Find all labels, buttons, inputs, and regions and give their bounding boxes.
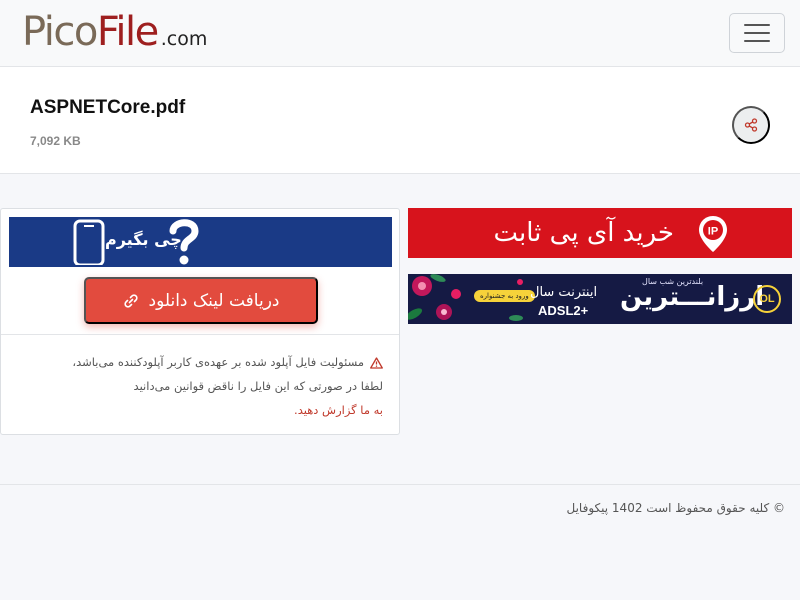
question-mark-icon: [169, 219, 199, 265]
logo-file: File: [96, 9, 159, 55]
download-button-label: دریافت لینک دانلود: [148, 290, 280, 311]
share-button[interactable]: [732, 106, 770, 144]
report-link[interactable]: به ما گزارش دهید.: [1, 398, 383, 422]
hamburger-menu-button[interactable]: [729, 13, 785, 53]
site-logo[interactable]: Pico File .com: [22, 6, 207, 58]
download-link-button[interactable]: دریافت لینک دانلود: [84, 277, 318, 324]
ad-banner-che-begiram[interactable]: چی بگیرم: [9, 217, 392, 267]
navbar: Pico File .com: [0, 0, 800, 67]
footer: © کلیه حقوق محفوظ است 1402 پیکوفایل: [0, 484, 800, 600]
hamburger-menu-icon: [744, 24, 770, 26]
arz-mid-text: اینترنت سال: [530, 285, 598, 300]
notice-line-1: مسئولیت فایل آپلود شده بر عهده‌ی کاربر آ…: [72, 355, 364, 369]
card-divider: [1, 334, 399, 335]
location-pin-icon: IP: [699, 216, 727, 252]
festival-pill: ورود به جشنواره: [474, 290, 535, 302]
ip-pin-label: IP: [708, 226, 718, 238]
notice-line-2: لطفا در صورتی که این فایل را ناقض قوانین…: [133, 379, 383, 393]
ad-banner-static-ip[interactable]: IP خرید آی پی ثابت: [408, 208, 792, 258]
arz-adsl-text: ADSL2+: [538, 303, 589, 318]
logo-pico: Pico: [22, 9, 98, 55]
logo-com: .com: [160, 28, 208, 50]
responsibility-notice: مسئولیت فایل آپلود شده بر عهده‌ی کاربر آ…: [1, 350, 383, 422]
arz-title: ارزانـــترین: [620, 282, 765, 312]
warning-icon: [370, 357, 383, 369]
file-size: 7,092 KB: [30, 134, 81, 148]
file-info-card: ASPNETCore.pdf 7,092 KB: [0, 67, 800, 174]
download-card: چی بگیرم دریافت لینک دانلود مسئولیت فایل…: [0, 208, 400, 435]
ad-banner-arzantarin[interactable]: ورود به جشنواره اینترنت سال ADSL2+ بلندت…: [408, 274, 792, 324]
file-name: ASPNETCore.pdf: [30, 97, 186, 118]
share-icon: [744, 118, 758, 132]
arz-logo: OL: [753, 285, 781, 313]
copyright-text: © کلیه حقوق محفوظ است 1402 پیکوفایل: [566, 501, 786, 515]
link-icon: [123, 293, 138, 308]
ip-ad-text: خرید آی پی ثابت: [493, 218, 674, 248]
